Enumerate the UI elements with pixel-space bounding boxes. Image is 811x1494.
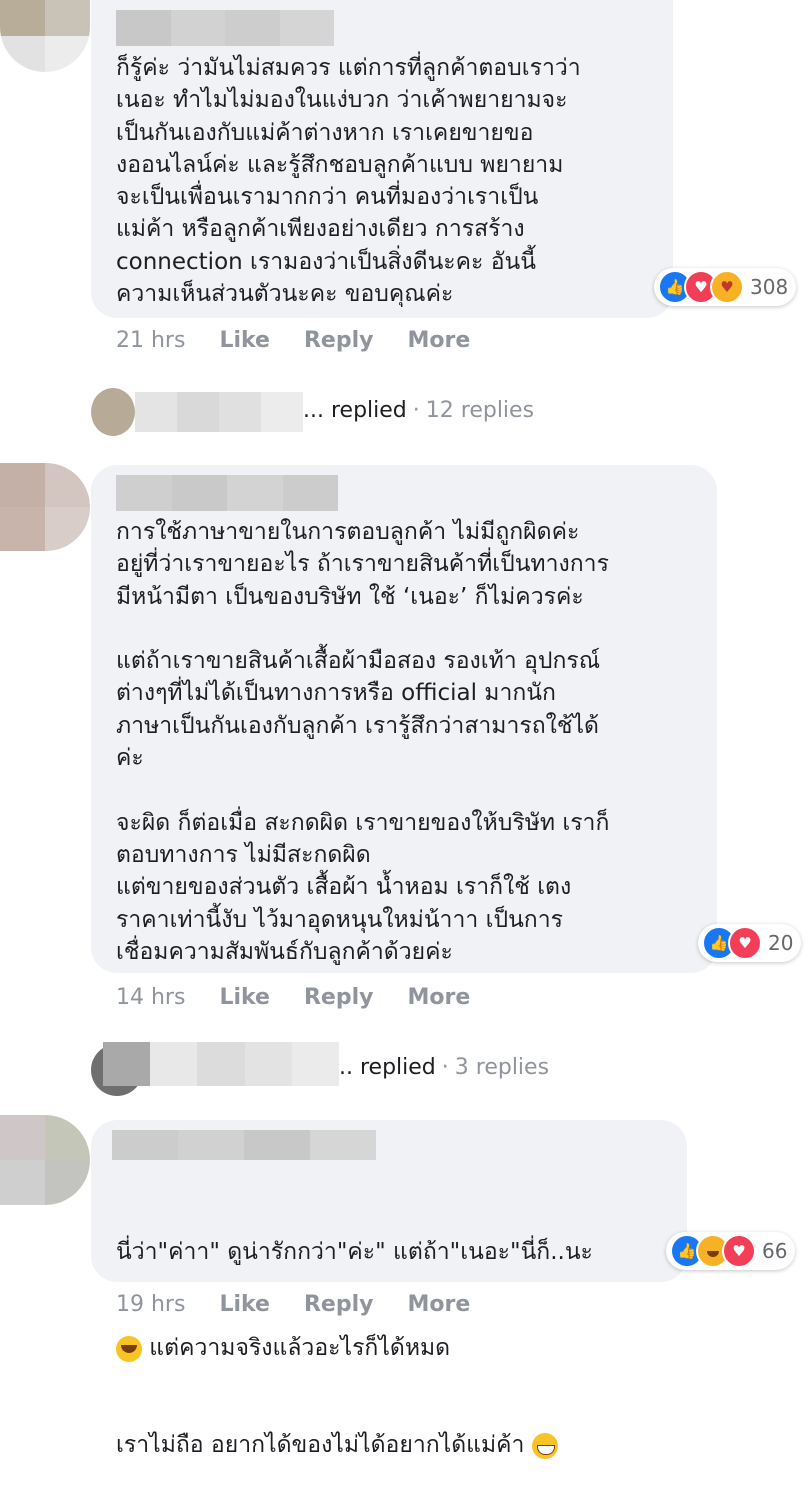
commenter-name[interactable] <box>116 475 338 511</box>
reply-button[interactable]: Reply <box>304 985 374 1010</box>
more-button[interactable]: More <box>407 985 470 1010</box>
reply-count: 12 replies <box>425 398 535 423</box>
reaction-count: 20 <box>768 931 794 955</box>
love-icon: ♥ <box>728 926 762 960</box>
comment-time[interactable]: 21 hrs <box>116 328 185 353</box>
grin-emoji-icon <box>531 1432 558 1459</box>
comment-text: ก็รู้ค่ะ ว่ามันไม่สมควร แต่การที่ลูกค้าต… <box>116 55 581 308</box>
separator-dot: · <box>412 398 420 423</box>
view-replies-link[interactable]: .. replied · 3 replies <box>339 1055 549 1080</box>
rofl-emoji-icon <box>116 1335 142 1362</box>
comment-actions: 19 hrs Like Reply More <box>116 1292 504 1317</box>
comment-text: การใช้ภาษาขายในการตอบลูกค้า ไม่มีถูกผิดค… <box>116 519 610 965</box>
more-button[interactable]: More <box>407 328 470 353</box>
commenter-avatar[interactable] <box>0 463 90 551</box>
commenter-avatar[interactable] <box>0 0 90 72</box>
care-icon: ♥ <box>710 270 744 304</box>
reaction-count: 66 <box>762 1239 788 1263</box>
like-button[interactable]: Like <box>219 328 270 353</box>
comment-text: นี่ว่า"ค่าา" ดูน่ารักกว่า"ค่ะ" แต่ถ้า"เน… <box>116 1171 676 1494</box>
replier-avatar[interactable] <box>91 388 135 436</box>
comment-line-text: แต่ความจริงแล้วอะไรก็ได้หมด <box>142 1335 451 1362</box>
reaction-summary[interactable]: 👍 ♥ 20 <box>698 924 802 962</box>
view-replies-link[interactable]: ... replied · 12 replies <box>303 398 534 423</box>
reaction-summary[interactable]: 👍 ♥ ♥ 308 <box>654 268 797 306</box>
comment-actions: 14 hrs Like Reply More <box>116 985 504 1010</box>
commenter-name[interactable] <box>112 1130 376 1160</box>
comment-line: นี่ว่า"ค่าา" ดูน่ารักกว่า"ค่ะ" แต่ถ้า"เน… <box>116 1238 593 1265</box>
comment-actions: 21 hrs Like Reply More <box>116 328 504 353</box>
comment-time[interactable]: 19 hrs <box>116 1292 185 1317</box>
replier-name[interactable] <box>103 1042 340 1086</box>
comment-line-text: เราไม่ถือ อยากได้ของไม่ได้อยากได้แม่ค้า <box>116 1432 532 1459</box>
separator-dot: · <box>441 1055 449 1080</box>
reaction-summary[interactable]: 👍 ♥ 66 <box>666 1232 796 1270</box>
reply-button[interactable]: Reply <box>304 328 374 353</box>
comment-time[interactable]: 14 hrs <box>116 985 185 1010</box>
replied-label: .. replied <box>339 1055 436 1080</box>
comment-line: แต่ความจริงแล้วอะไรก็ได้หมด <box>116 1332 676 1364</box>
commenter-name[interactable] <box>116 10 334 46</box>
replied-label: ... replied <box>303 398 407 423</box>
commenter-avatar[interactable] <box>0 1115 90 1205</box>
reaction-count: 308 <box>750 275 789 299</box>
like-button[interactable]: Like <box>219 1292 270 1317</box>
comment-line: เราไม่ถือ อยากได้ของไม่ได้อยากได้แม่ค้า <box>116 1429 676 1461</box>
love-icon: ♥ <box>722 1234 756 1268</box>
more-button[interactable]: More <box>407 1292 470 1317</box>
like-button[interactable]: Like <box>219 985 270 1010</box>
reply-count: 3 replies <box>454 1055 550 1080</box>
reply-button[interactable]: Reply <box>304 1292 374 1317</box>
replier-name[interactable] <box>135 392 303 432</box>
